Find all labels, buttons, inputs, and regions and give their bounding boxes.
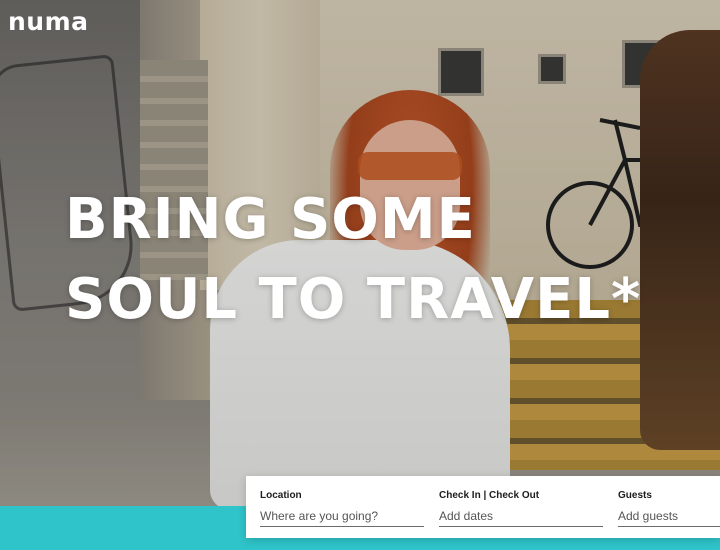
dates-label: Check In | Check Out — [439, 490, 540, 501]
dates-input[interactable] — [439, 506, 603, 527]
headline-line-2: SOUL TO TRAVEL* — [65, 267, 642, 332]
numa-logo[interactable]: numa — [8, 6, 89, 38]
booking-search-bar: Location Check In | Check Out Guests — [246, 476, 720, 538]
dates-field: Check In | Check Out — [439, 489, 603, 527]
hero-headline: BRING SOME SOUL TO TRAVEL* — [65, 180, 641, 340]
location-label: Location — [260, 490, 302, 501]
guests-field: Guests — [618, 489, 720, 527]
location-input[interactable] — [260, 506, 424, 527]
location-field: Location — [260, 489, 424, 527]
guests-label: Guests — [618, 490, 652, 501]
headline-line-1: BRING SOME — [65, 187, 476, 252]
guests-input[interactable] — [618, 506, 720, 527]
